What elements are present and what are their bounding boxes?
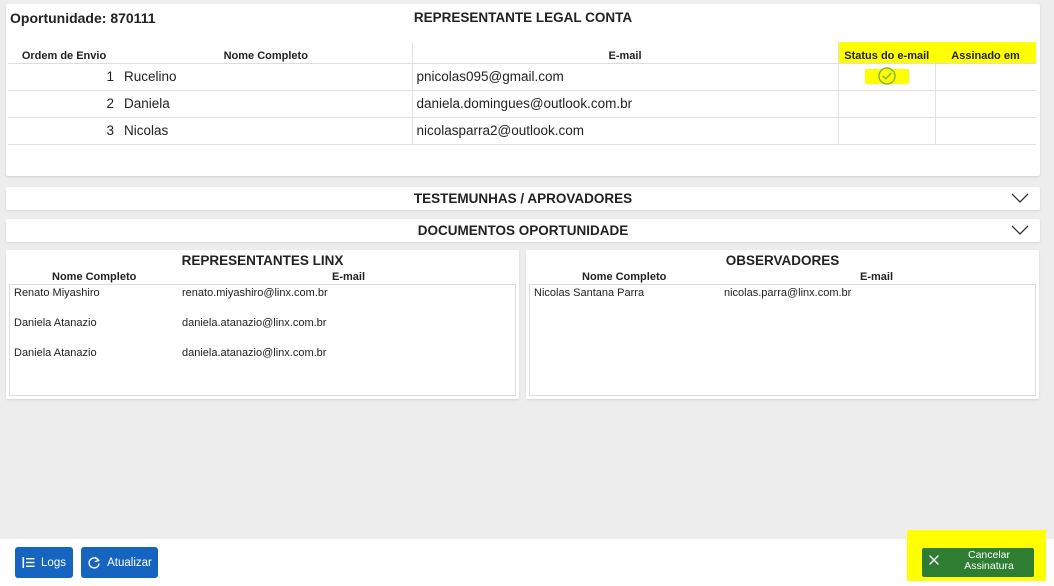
cancel-label-line2: Assinatura [964,560,1014,572]
row-assinado [935,63,1036,91]
linx-col-nome: Nome Completo [52,271,137,283]
list-item-email: daniela.atanazio@linx.com.br [182,317,327,329]
row-assinado [935,90,1036,118]
legal-section-title: REPRESENTANTE LEGAL CONTA [413,10,633,25]
observers-box-title: OBSERVADORES [725,253,840,268]
list-icon [22,557,35,568]
list-item-email: renato.miyashiro@linx.com.br [182,287,328,299]
atualizar-button-label: Atualizar [107,556,152,569]
column-header-nome[interactable]: Nome Completo [120,42,413,64]
cancel-signature-button[interactable]: Cancelar Assinatura [922,548,1034,577]
observers-col-email: E-mail [860,271,894,283]
table-row[interactable]: 1 Rucelino pnicolas095@gmail.com [8,63,1036,91]
legal-representative-panel: Oportunidade: 870111 REPRESENTANTE LEGAL… [6,4,1040,176]
table-row[interactable]: 2 Daniela daniela.domingues@outlook.com.… [8,90,1036,118]
row-email: daniela.domingues@outlook.com.br [412,90,839,118]
row-ordem: 1 [8,63,120,91]
row-ordem: 3 [8,117,120,145]
row-nome: Nicolas [120,117,413,145]
atualizar-button[interactable]: Atualizar [81,547,158,578]
close-icon [929,555,939,565]
chevron-down-icon[interactable] [1010,191,1030,205]
row-assinado [935,117,1036,145]
linx-col-email: E-mail [332,271,366,283]
list-item-nome: Daniela Atanazio [14,317,97,329]
row-nome: Daniela [120,90,413,118]
observers-list[interactable]: Nicolas Santana Parra nicolas.parra@linx… [529,284,1036,396]
column-header-email[interactable]: E-mail [412,42,839,64]
list-item-email: nicolas.parra@linx.com.br [724,287,852,299]
linx-box-title: REPRESENTANTES LINX [181,253,344,268]
check-circle-icon [877,66,896,85]
logs-button[interactable]: Logs [15,547,73,578]
list-item-nome: Nicolas Santana Parra [534,287,645,299]
column-header-assinado[interactable]: Assinado em [935,42,1036,64]
logs-button-label: Logs [41,556,66,569]
observers-col-nome: Nome Completo [582,271,667,283]
chevron-down-icon[interactable] [1010,223,1030,237]
status-highlight [864,66,909,85]
row-ordem: 2 [8,90,120,118]
accordion-documentos-label: DOCUMENTOS OPORTUNIDADE [417,223,629,238]
cancel-signature-label: Cancelar Assinatura [950,550,1028,572]
legal-table: Ordem de Envio Nome Completo E-mail Stat… [8,42,1036,145]
accordion-testemunhas[interactable]: TESTEMUNHAS / APROVADORES [6,187,1040,210]
list-item-nome: Daniela Atanazio [14,347,97,359]
accordion-documentos[interactable]: DOCUMENTOS OPORTUNIDADE [6,219,1040,242]
row-status [838,63,936,91]
accordion-testemunhas-label: TESTEMUNHAS / APROVADORES [413,191,633,206]
observers-box: OBSERVADORES Nome Completo E-mail Nicola… [526,250,1039,399]
column-header-status[interactable]: Status do e-mail [838,42,935,64]
row-email: pnicolas095@gmail.com [412,63,839,91]
table-row[interactable]: 3 Nicolas nicolasparra2@outlook.com [8,117,1036,145]
column-header-ordem[interactable]: Ordem de Envio [8,42,120,64]
table-header-row: Ordem de Envio Nome Completo E-mail Stat… [8,42,1036,64]
footer-bar: Logs Atualizar Cancelar Assinatura [0,530,1054,586]
row-status [838,90,936,118]
linx-list[interactable]: Renato Miyashiro renato.miyashiro@linx.c… [9,284,516,396]
refresh-icon [88,556,100,569]
linx-representatives-box: REPRESENTANTES LINX Nome Completo E-mail… [6,250,519,399]
row-status [838,117,936,145]
list-item-email: daniela.atanazio@linx.com.br [182,347,327,359]
row-nome: Rucelino [120,63,413,91]
row-email: nicolasparra2@outlook.com [412,117,839,145]
list-item-nome: Renato Miyashiro [14,287,100,299]
